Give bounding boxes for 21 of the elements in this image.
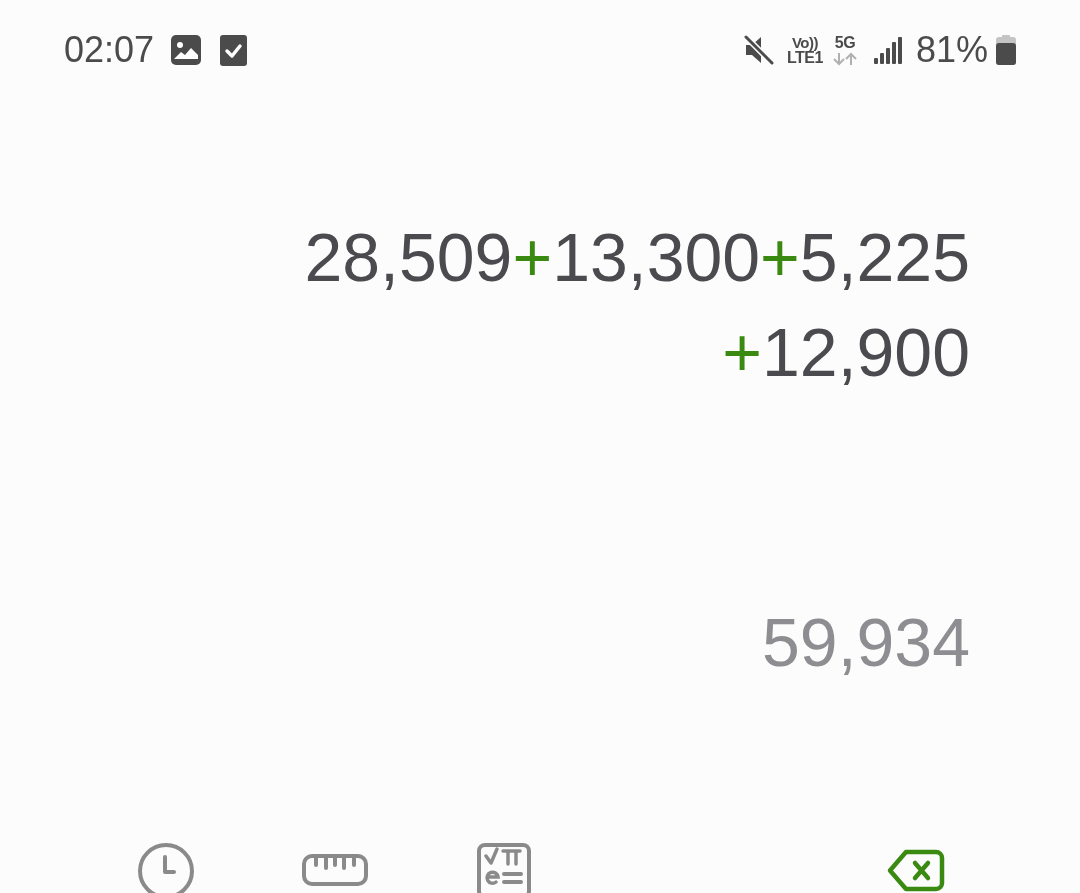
expression-number: 28,509: [304, 219, 513, 295]
battery-percent: 81%: [915, 32, 988, 68]
data-arrows-icon: [832, 51, 857, 66]
network-label: 5G: [834, 34, 856, 51]
clock-icon[interactable]: [137, 841, 195, 893]
image-icon: [170, 34, 203, 66]
result-preview: 59,934: [762, 604, 970, 680]
lte-label: LTE1: [787, 49, 823, 66]
operator: +: [760, 219, 800, 295]
operator: +: [722, 314, 762, 390]
math-symbols-icon[interactable]: [477, 841, 531, 893]
battery-icon: [996, 35, 1016, 65]
muted-speaker-icon: [743, 35, 775, 65]
expression-number: 12,900: [762, 314, 970, 390]
expression-number: 13,300: [552, 219, 761, 295]
expression-number: 5,225: [799, 219, 970, 295]
status-time: 02:07: [64, 32, 155, 68]
operator: +: [512, 219, 553, 295]
signal-icon: [873, 36, 902, 64]
volte-label: Vo)): [791, 34, 818, 50]
checkbox-icon: [220, 34, 248, 66]
